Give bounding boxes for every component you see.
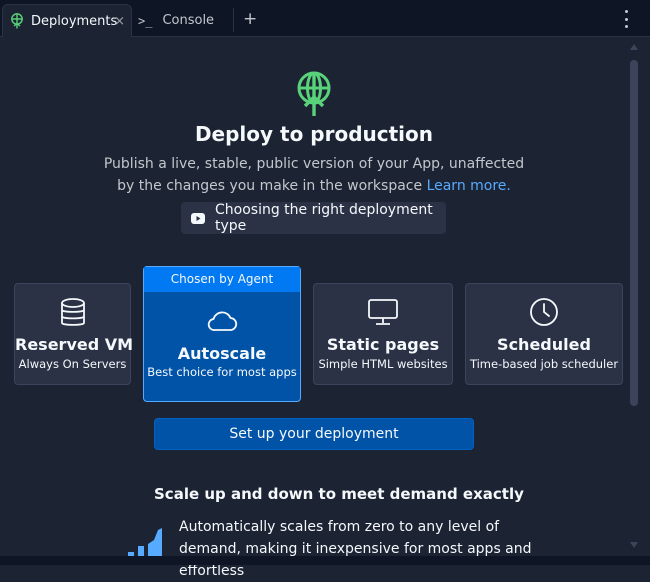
tab-console-label: Console: [162, 13, 215, 28]
card-name: Scheduled: [497, 335, 591, 354]
deployment-card-scheduled[interactable]: Scheduled Time-based job scheduler: [465, 283, 623, 385]
add-tab-button[interactable]: +: [243, 9, 257, 29]
monitor-icon: [367, 298, 399, 326]
page-description: Publish a live, stable, public version o…: [100, 153, 528, 197]
deployments-icon: [9, 13, 25, 29]
card-name: Static pages: [326, 335, 440, 354]
card-description: Time-based job scheduler: [469, 357, 619, 371]
scroll-up-icon[interactable]: [630, 44, 638, 50]
deploy-globe-icon: [294, 68, 334, 118]
card-name: Reserved VM: [15, 335, 134, 354]
tab-divider: [233, 8, 234, 32]
tab-close-icon[interactable]: ×: [114, 14, 125, 29]
section-body: Automatically scales from zero to any le…: [179, 519, 532, 579]
card-name: Autoscale: [177, 344, 267, 363]
tab-console[interactable]: >_ Console: [138, 4, 230, 37]
setup-deployment-button[interactable]: Set up your deployment: [154, 418, 474, 450]
scrollbar-thumb[interactable]: [630, 60, 638, 406]
cloud-icon: [206, 309, 238, 333]
chosen-by-agent-badge: Chosen by Agent: [144, 267, 300, 292]
scroll-down-icon[interactable]: [630, 542, 638, 548]
youtube-icon: [191, 212, 205, 224]
bottom-edge: [0, 556, 650, 565]
deployment-type-video-button[interactable]: Choosing the right deployment type: [181, 202, 446, 234]
card-description: Always On Servers: [18, 357, 127, 371]
deployment-card-autoscale[interactable]: Chosen by Agent Autoscale Best choice fo…: [143, 266, 301, 402]
tab-deployments-label: Deployments: [31, 13, 118, 29]
terminal-icon: >_: [138, 13, 153, 28]
tab-deployments[interactable]: Deployments ×: [2, 4, 132, 37]
database-icon: [59, 297, 87, 329]
card-description: Best choice for most apps: [147, 365, 297, 379]
deployment-card-reserved-vm[interactable]: Reserved VM Always On Servers: [14, 283, 134, 385]
section-title: Scale up and down to meet demand exactly: [154, 485, 524, 503]
page-title: Deploy to production: [194, 122, 434, 146]
tab-bar: Deployments × >_ Console +: [0, 0, 650, 37]
more-options-icon[interactable]: [620, 10, 632, 28]
clock-icon: [528, 296, 560, 328]
card-description: Simple HTML websites: [318, 357, 448, 371]
deployment-card-static-pages[interactable]: Static pages Simple HTML websites: [313, 283, 453, 385]
video-button-label: Choosing the right deployment type: [215, 202, 433, 234]
learn-more-link[interactable]: Learn more.: [427, 178, 511, 194]
scaling-chart-icon: [128, 528, 162, 558]
